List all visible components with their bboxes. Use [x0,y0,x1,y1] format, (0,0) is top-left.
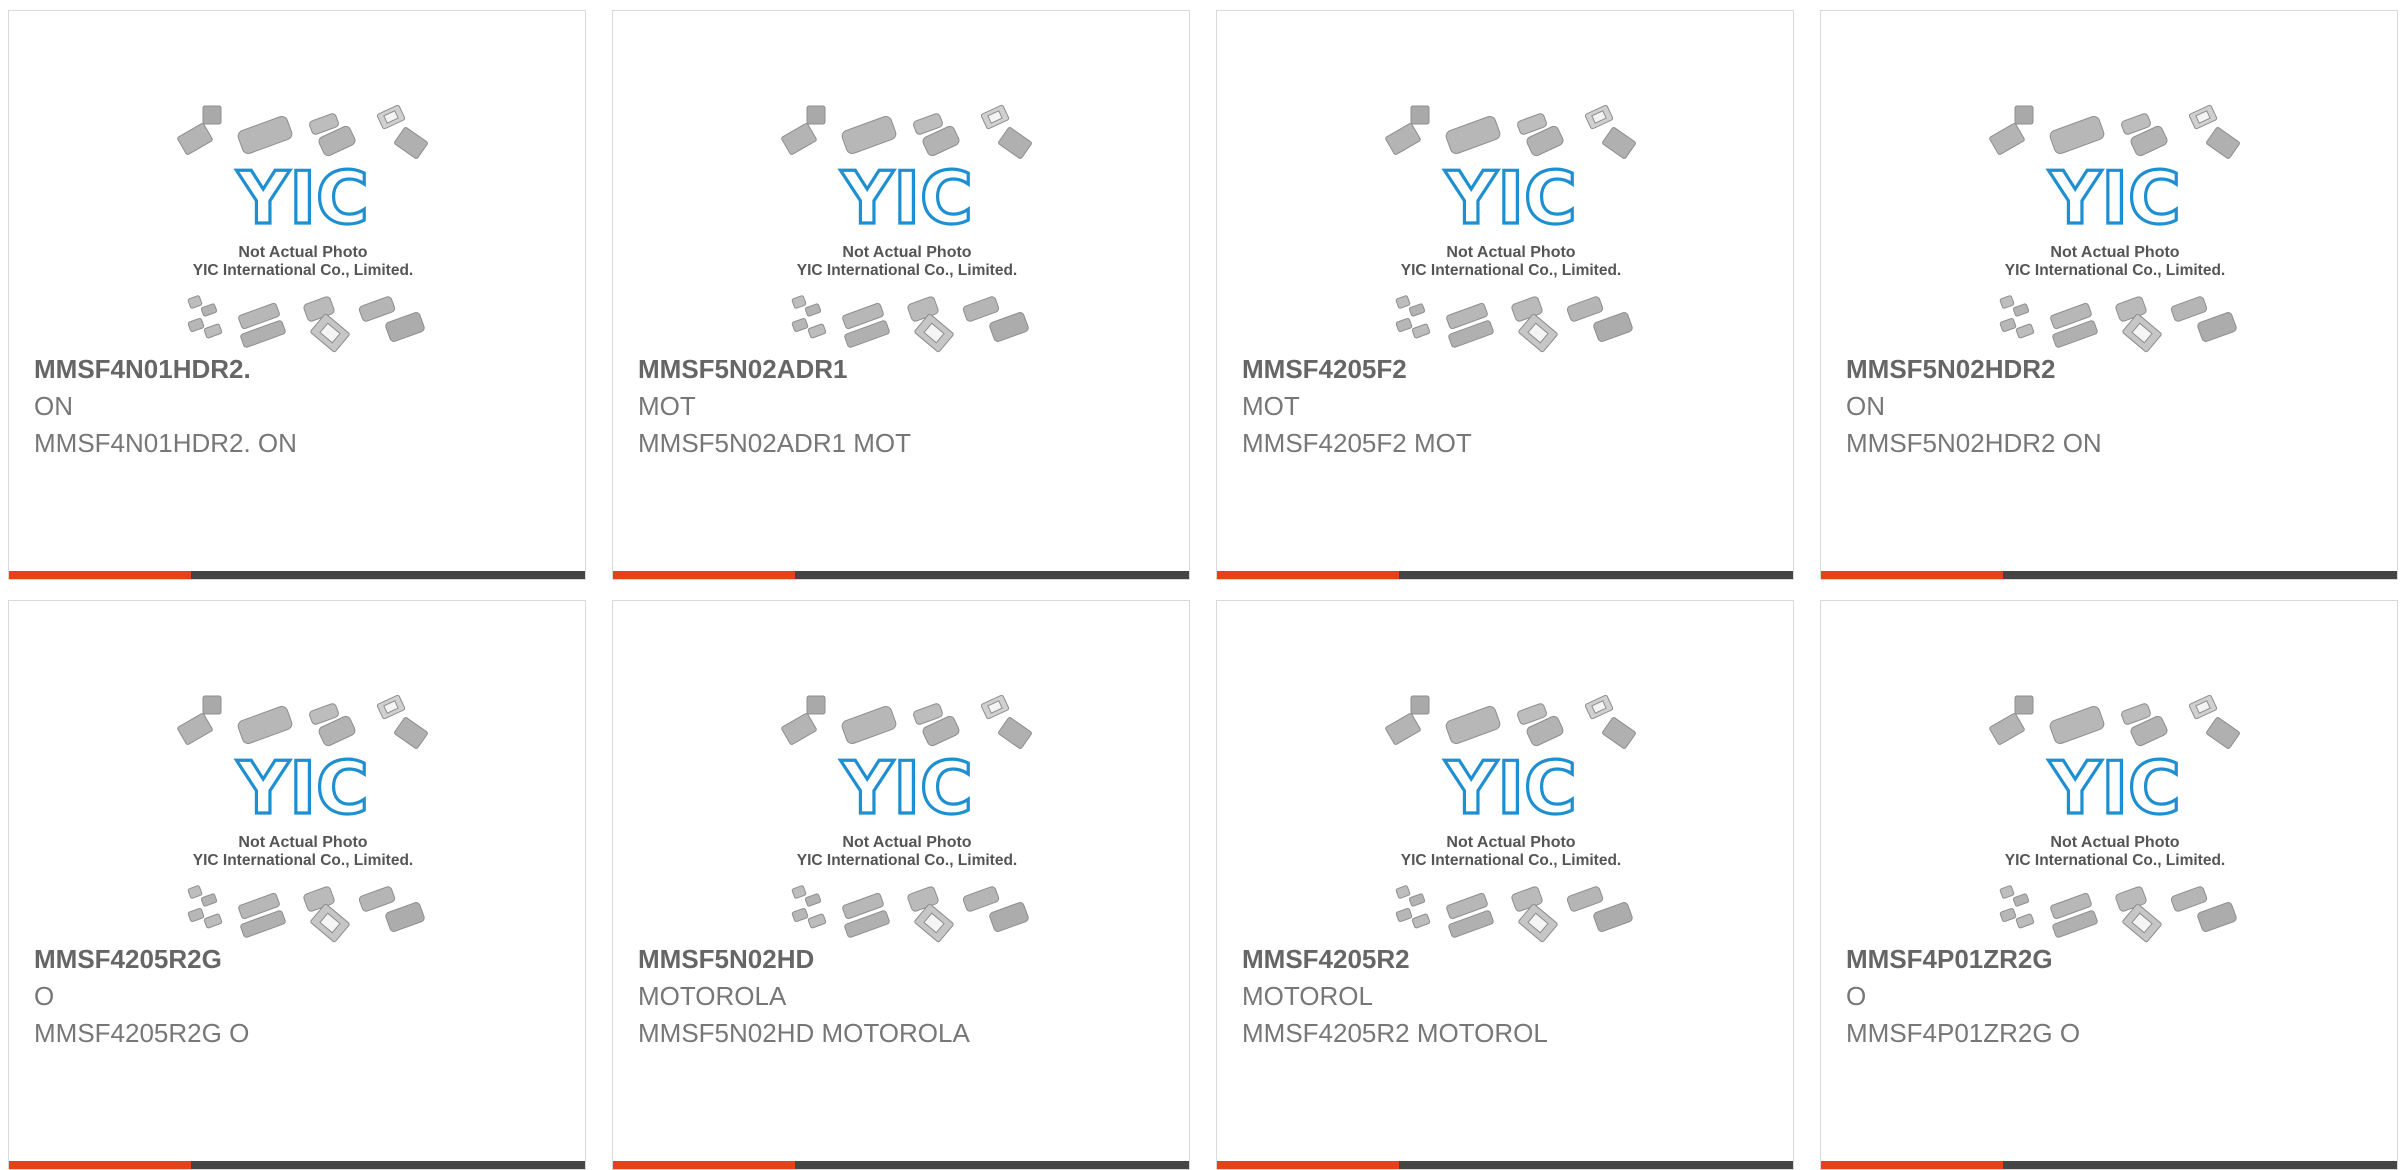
photo-caption-line1: Not Actual Photo [2050,244,2179,261]
product-card[interactable]: YIC Not Actual Photo YIC International Co.… [612,10,1190,580]
card-footer-bar [1217,1161,1793,1169]
product-manufacturer: ON [34,391,73,421]
yic-logo-icon: YIC [236,156,369,240]
photo-caption-line1: Not Actual Photo [238,244,367,261]
photo-caption-line2: YIC International Co., Limited. [193,852,413,869]
card-accent-bar [1821,571,2003,579]
product-description: MMSF5N02HDR2 ON [1846,428,2102,458]
yic-logo-icon: YIC [840,746,973,830]
placeholder-photo: YIC Not Actual Photo YIC International Co.… [773,101,1041,353]
placeholder-photo: YIC Not Actual Photo YIC International Co.… [1981,101,2249,353]
photo-caption-line2: YIC International Co., Limited. [797,262,1017,279]
photo-caption-line1: Not Actual Photo [842,244,971,261]
product-description: MMSF5N02HD MOTOROLA [638,1018,970,1048]
card-accent-bar [613,1161,795,1169]
placeholder-photo: YIC Not Actual Photo YIC International Co.… [169,691,437,943]
photo-caption-line2: YIC International Co., Limited. [193,262,413,279]
product-description: MMSF5N02ADR1 MOT [638,428,912,458]
product-description: MMSF4205R2 MOTOROL [1242,1018,1548,1048]
card-footer-bar [1821,571,2397,579]
product-description: MMSF4P01ZR2G O [1846,1018,2081,1048]
product-card[interactable]: YIC Not Actual Photo YIC International Co.… [1216,10,1794,580]
photo-caption-line1: Not Actual Photo [842,834,971,851]
photo-caption-line2: YIC International Co., Limited. [797,852,1017,869]
product-description: MMSF4205R2G O [34,1018,250,1048]
package-illustration-icon: YIC Not Actual PhotoYIC International Co.… [177,104,428,353]
product-manufacturer: O [34,981,55,1011]
product-part-number[interactable]: MMSF4205R2G [34,944,222,975]
product-part-number[interactable]: MMSF5N02HDR2 [1846,354,2056,385]
product-part-number[interactable]: MMSF4P01ZR2G [1846,944,2053,975]
product-part-number[interactable]: MMSF5N02ADR1 [638,354,848,385]
package-illustration-icon: YIC Not Actual PhotoYIC International Co.… [781,104,1032,353]
yic-logo-icon: YIC [236,746,369,830]
product-card[interactable]: YIC Not Actual Photo YIC International Co.… [1216,600,1794,1170]
package-illustration-icon: YIC Not Actual PhotoYIC International Co.… [1385,104,1636,353]
photo-caption-line2: YIC International Co., Limited. [1401,262,1621,279]
product-description: MMSF4205F2 MOT [1242,428,1472,458]
placeholder-photo: YIC Not Actual Photo YIC International Co.… [1981,691,2249,943]
product-manufacturer: ON [1846,391,1885,421]
card-accent-bar [1821,1161,2003,1169]
card-accent-bar [1217,1161,1399,1169]
placeholder-photo: YIC Not Actual Photo YIC International Co.… [1377,101,1645,353]
package-illustration-icon: YIC Not Actual PhotoYIC International Co.… [1989,104,2240,353]
placeholder-photo: YIC Not Actual Photo YIC International Co.… [1377,691,1645,943]
product-manufacturer: MOT [1242,391,1300,421]
yic-logo-icon: YIC [2048,746,2181,830]
yic-logo-icon: YIC [840,156,973,240]
package-illustration-icon: YIC Not Actual PhotoYIC International Co.… [1385,694,1636,943]
yic-logo-icon: YIC [2048,156,2181,240]
product-manufacturer: MOTOROL [1242,981,1373,1011]
card-footer-bar [1821,1161,2397,1169]
product-card[interactable]: YIC Not Actual Photo YIC International Co.… [1820,10,2398,580]
product-card[interactable]: YIC Not Actual Photo YIC International Co.… [1820,600,2398,1170]
product-part-number[interactable]: MMSF5N02HD [638,944,814,975]
package-illustration-icon: YIC Not Actual PhotoYIC International Co.… [177,694,428,943]
photo-caption-line2: YIC International Co., Limited. [2005,852,2225,869]
photo-caption-line2: YIC International Co., Limited. [2005,262,2225,279]
package-illustration-icon: YIC Not Actual PhotoYIC International Co.… [781,694,1032,943]
placeholder-photo: YIC Not Actual Photo YIC International Co.… [169,101,437,353]
photo-caption-line1: Not Actual Photo [1446,244,1575,261]
card-accent-bar [1217,571,1399,579]
product-manufacturer: O [1846,981,1867,1011]
product-description: MMSF4N01HDR2. ON [34,428,297,458]
product-part-number[interactable]: MMSF4N01HDR2. [34,354,251,385]
product-grid: YIC Not Actual Photo YIC International Co.… [0,0,2400,1170]
photo-caption-line1: Not Actual Photo [1446,834,1575,851]
card-footer-bar [9,571,585,579]
package-illustration-icon: YIC Not Actual PhotoYIC International Co.… [1989,694,2240,943]
product-part-number[interactable]: MMSF4205R2 [1242,944,1410,975]
card-footer-bar [613,571,1189,579]
card-accent-bar [613,571,795,579]
yic-logo-icon: YIC [1444,156,1577,240]
product-card[interactable]: YIC Not Actual Photo YIC International Co.… [8,600,586,1170]
card-footer-bar [613,1161,1189,1169]
card-footer-bar [9,1161,585,1169]
photo-caption-line2: YIC International Co., Limited. [1401,852,1621,869]
photo-caption-line1: Not Actual Photo [2050,834,2179,851]
product-manufacturer: MOT [638,391,696,421]
card-footer-bar [1217,571,1793,579]
placeholder-photo: YIC Not Actual Photo YIC International Co.… [773,691,1041,943]
product-card[interactable]: YIC Not Actual Photo YIC International Co.… [8,10,586,580]
yic-logo-icon: YIC [1444,746,1577,830]
card-accent-bar [9,571,191,579]
product-manufacturer: MOTOROLA [638,981,787,1011]
card-accent-bar [9,1161,191,1169]
product-part-number[interactable]: MMSF4205F2 [1242,354,1407,385]
product-card[interactable]: YIC Not Actual Photo YIC International Co.… [612,600,1190,1170]
photo-caption-line1: Not Actual Photo [238,834,367,851]
